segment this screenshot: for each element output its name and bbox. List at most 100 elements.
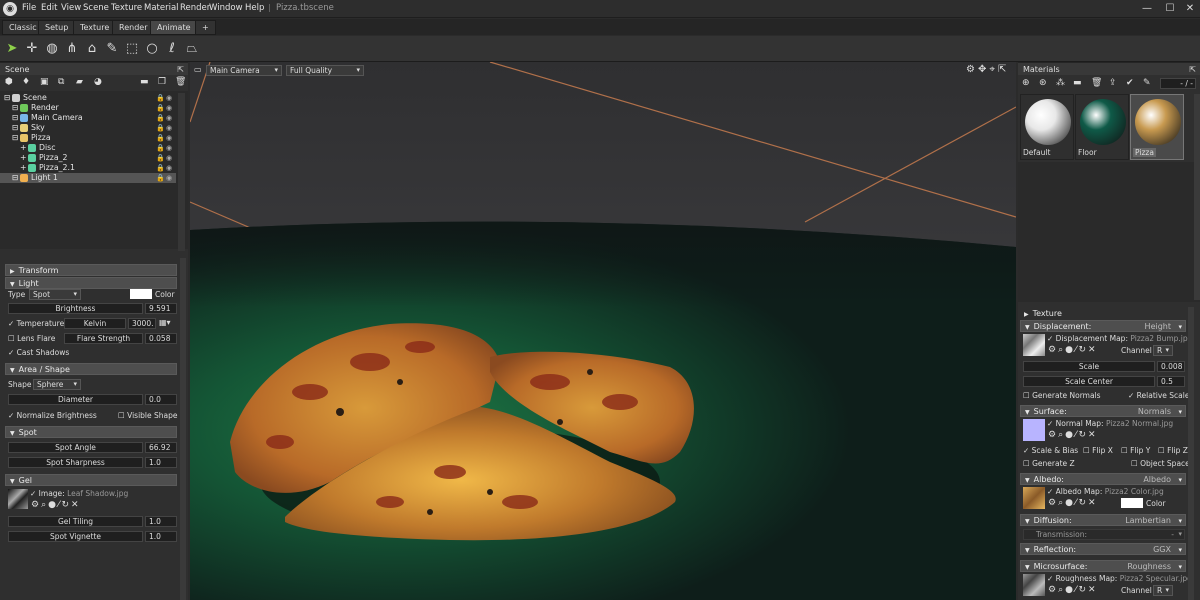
polygon-lasso-icon[interactable]: ⏢: [183, 40, 201, 58]
section-surface[interactable]: ▼ Surface: Normals ▾: [1020, 405, 1186, 417]
close-icon[interactable]: ✕: [1182, 1, 1198, 17]
flare-strength-slider[interactable]: Flare Strength: [64, 333, 143, 344]
menu-texture[interactable]: Texture: [111, 3, 142, 13]
material-props-scrollbar[interactable]: [1188, 307, 1194, 600]
pan-icon[interactable]: ✥: [978, 64, 989, 75]
gear-icon[interactable]: ⚙: [1048, 345, 1058, 355]
remove-icon[interactable]: ✕: [1088, 430, 1098, 440]
flip-x-checkbox[interactable]: ☐ Flip X: [1083, 445, 1113, 456]
section-transform[interactable]: ▶ Transform: [5, 264, 177, 276]
section-light[interactable]: ▼ Light: [5, 277, 177, 289]
visibility-eye-icon[interactable]: ◉: [166, 143, 172, 153]
scene-tree-item[interactable]: ⊟ Render 🔒 ◉: [0, 103, 176, 113]
flip-y-checkbox[interactable]: ☐ Flip Y: [1121, 445, 1150, 456]
menu-file[interactable]: File: [22, 3, 36, 13]
menu-help[interactable]: Help: [245, 3, 264, 13]
scene-tree-scrollbar[interactable]: [178, 93, 185, 251]
flip-z-checkbox[interactable]: ☐ Flip Z: [1158, 445, 1188, 456]
tree-expand-icon[interactable]: ⊟: [12, 113, 19, 123]
expand-icon[interactable]: ⇱: [998, 64, 1009, 75]
tree-expand-icon[interactable]: ⊟: [12, 173, 19, 183]
albedo-color-swatch[interactable]: [1121, 498, 1143, 508]
light-type-select[interactable]: Spot: [29, 289, 81, 300]
surface-mode[interactable]: Normals: [1138, 406, 1171, 418]
maximize-icon[interactable]: ☐: [1162, 1, 1178, 17]
menu-material[interactable]: Material: [144, 3, 179, 13]
scene-tree-item[interactable]: ⊟ Scene 🔒 ◉: [0, 93, 176, 103]
select-arrow-icon[interactable]: ➤: [3, 40, 21, 58]
temperature-picker-icon[interactable]: ▦▾: [159, 318, 171, 327]
lasso-icon[interactable]: ℓ: [163, 40, 181, 58]
add-group-icon[interactable]: ⧉: [58, 77, 64, 87]
add-light-icon[interactable]: ♦: [22, 77, 30, 87]
tree-expand-icon[interactable]: +: [20, 153, 27, 163]
material-thumbnail[interactable]: Pizza: [1130, 94, 1184, 160]
menu-scene[interactable]: Scene: [83, 3, 109, 13]
scene-tree-item[interactable]: ⊟ Light 1 🔒 ◉: [0, 173, 176, 183]
tab-render[interactable]: Render: [112, 20, 155, 35]
tree-expand-icon[interactable]: ⊟: [4, 93, 11, 103]
rename-icon[interactable]: ✎: [1143, 78, 1151, 88]
remove-icon[interactable]: ✕: [1088, 345, 1098, 355]
normal-map-checkbox[interactable]: ✓ Normal Map: Pizza2 Normal.jpg: [1047, 418, 1173, 429]
pick-icon[interactable]: ●: [1065, 585, 1075, 595]
albedo-mode[interactable]: Albedo: [1143, 474, 1171, 486]
section-diffusion[interactable]: ▼ Diffusion: Lambertian ▾: [1020, 514, 1186, 526]
gel-image-checkbox[interactable]: ✓ Image: Leaf Shadow.jpg: [30, 488, 128, 499]
diameter-slider[interactable]: Diameter: [8, 394, 143, 405]
remove-icon[interactable]: ✕: [71, 500, 81, 510]
reload-icon[interactable]: ↻: [1079, 498, 1089, 508]
relative-scale-checkbox[interactable]: ✓ Relative Scale: [1128, 390, 1189, 401]
lock-icon[interactable]: 🔒: [156, 123, 165, 133]
settings-gear-icon[interactable]: ⚙: [966, 64, 978, 75]
scale-center-slider[interactable]: Scale Center: [1023, 376, 1155, 387]
visibility-eye-icon[interactable]: ◉: [166, 113, 172, 123]
gel-tiling-slider[interactable]: Gel Tiling: [8, 516, 143, 527]
section-spot[interactable]: ▼ Spot: [5, 426, 177, 438]
displacement-thumbnail[interactable]: [1023, 334, 1045, 356]
assign-icon[interactable]: ✔: [1126, 78, 1134, 88]
visibility-eye-icon[interactable]: ◉: [166, 163, 172, 173]
menu-window[interactable]: Window: [209, 3, 243, 13]
lock-icon[interactable]: 🔒: [156, 143, 165, 153]
lock-icon[interactable]: 🔒: [156, 93, 165, 103]
scene-tree-item[interactable]: ⊟ Sky 🔒 ◉: [0, 123, 176, 133]
spot-sharpness-slider[interactable]: Spot Sharpness: [8, 457, 143, 468]
add-fog-icon[interactable]: ◕: [94, 77, 102, 87]
visibility-eye-icon[interactable]: ◉: [166, 153, 172, 163]
spot-angle-value[interactable]: 66.92: [145, 442, 177, 453]
ignite-icon[interactable]: ⌂: [83, 40, 101, 58]
brightness-slider[interactable]: Brightness: [8, 303, 143, 314]
visibility-eye-icon[interactable]: ◉: [166, 93, 172, 103]
duplicate-material-icon[interactable]: ⊛: [1039, 78, 1047, 88]
chevron-down-icon[interactable]: ▾: [1178, 474, 1182, 486]
lock-icon[interactable]: 🔒: [156, 163, 165, 173]
lock-icon[interactable]: 🔒: [156, 133, 165, 143]
visibility-eye-icon[interactable]: ◉: [166, 103, 172, 113]
normal-map-thumbnail[interactable]: [1023, 419, 1045, 441]
section-displacement[interactable]: ▼ Displacement: Height ▾: [1020, 320, 1186, 332]
merge-icon[interactable]: ⁂: [1056, 78, 1065, 88]
gear-icon[interactable]: ⚙: [1048, 430, 1058, 440]
reload-icon[interactable]: ↻: [1079, 585, 1089, 595]
lens-flare-checkbox[interactable]: ☐ Lens Flare: [8, 333, 55, 344]
object-space-checkbox[interactable]: ☐ Object Space: [1131, 458, 1190, 469]
flare-strength-value[interactable]: 0.058: [145, 333, 177, 344]
remove-icon[interactable]: ✕: [1088, 498, 1098, 508]
spot-angle-slider[interactable]: Spot Angle: [8, 442, 143, 453]
paint-icon[interactable]: ✎: [103, 40, 121, 58]
normalize-checkbox[interactable]: ✓ Normalize Brightness: [8, 410, 97, 421]
material-thumbnail[interactable]: Floor: [1075, 94, 1129, 160]
folder-icon[interactable]: ▬: [1073, 78, 1082, 88]
channel-select[interactable]: R: [1153, 345, 1173, 356]
gel-thumbnail[interactable]: [8, 489, 28, 509]
spot-vignette-slider[interactable]: Spot Vignette: [8, 531, 143, 542]
quality-select[interactable]: Full Quality: [286, 65, 364, 76]
lock-icon[interactable]: 🔒: [156, 153, 165, 163]
pick-icon[interactable]: ●: [1065, 498, 1075, 508]
marquee-rect-icon[interactable]: ⬚: [123, 40, 141, 58]
section-gel[interactable]: ▼ Gel: [5, 474, 177, 486]
camera-select[interactable]: Main Camera: [206, 65, 282, 76]
temperature-checkbox[interactable]: ✓ Temperature: [8, 318, 64, 329]
move-gizmo-icon[interactable]: ✛: [23, 40, 41, 58]
